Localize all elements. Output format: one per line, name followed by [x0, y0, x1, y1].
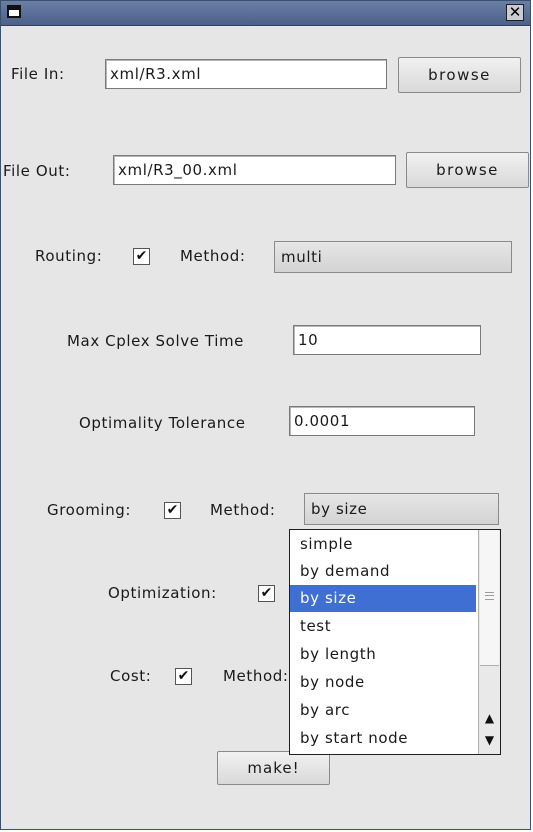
- dropdown-option[interactable]: by node: [290, 669, 476, 696]
- file-in-field[interactable]: xml/R3.xml: [105, 59, 387, 89]
- dropdown-option[interactable]: by length: [290, 641, 476, 668]
- routing-method-label: Method:: [180, 247, 246, 265]
- scrollbar-thumb[interactable]: [480, 530, 499, 666]
- cost-method-label: Method:: [223, 667, 289, 685]
- dropdown-option[interactable]: by arc: [290, 697, 476, 724]
- optimality-field[interactable]: 0.0001: [289, 406, 475, 436]
- close-icon[interactable]: ✕: [506, 4, 524, 21]
- dropdown-option-selected[interactable]: by size: [290, 585, 476, 612]
- app-window: ✕ File In: xml/R3.xml browse File Out: x…: [0, 0, 531, 830]
- cost-checkbox[interactable]: ✔: [175, 668, 192, 685]
- grooming-method-select[interactable]: by size: [304, 493, 499, 525]
- dropdown-option[interactable]: by demand: [290, 558, 476, 585]
- max-cplex-label: Max Cplex Solve Time: [67, 332, 244, 350]
- optimization-label: Optimization:: [108, 584, 217, 602]
- grooming-method-dropdown: simple by demand by size test by length …: [289, 529, 501, 755]
- optimality-label: Optimality Tolerance: [79, 414, 246, 432]
- file-in-label: File In:: [11, 65, 65, 83]
- file-in-browse-button[interactable]: browse: [398, 57, 521, 93]
- routing-label: Routing:: [35, 247, 103, 265]
- file-out-browse-button[interactable]: browse: [406, 152, 529, 188]
- arrow-down-icon[interactable]: ▼: [479, 730, 500, 750]
- grooming-label: Grooming:: [47, 501, 132, 519]
- grooming-checkbox[interactable]: ✔: [164, 502, 181, 519]
- optimization-checkbox[interactable]: ✔: [258, 585, 275, 602]
- title-bar[interactable]: ✕: [1, 1, 530, 26]
- routing-checkbox[interactable]: ✔: [133, 248, 150, 265]
- grooming-method-label: Method:: [210, 501, 276, 519]
- file-out-field[interactable]: xml/R3_00.xml: [113, 155, 396, 185]
- make-button[interactable]: make!: [217, 751, 330, 785]
- dropdown-option[interactable]: test: [290, 613, 476, 640]
- file-out-label: File Out:: [3, 162, 71, 180]
- grip-icon: [485, 592, 494, 600]
- dropdown-option[interactable]: by start node: [290, 725, 476, 752]
- dropdown-scrollbar[interactable]: ▲ ▼: [478, 530, 500, 754]
- window-menu-icon[interactable]: [7, 5, 21, 18]
- routing-method-select[interactable]: multi: [274, 241, 512, 273]
- max-cplex-field[interactable]: 10: [293, 325, 481, 355]
- arrow-up-icon[interactable]: ▲: [479, 708, 500, 728]
- dropdown-option[interactable]: simple: [290, 531, 476, 558]
- cost-label: Cost:: [110, 667, 152, 685]
